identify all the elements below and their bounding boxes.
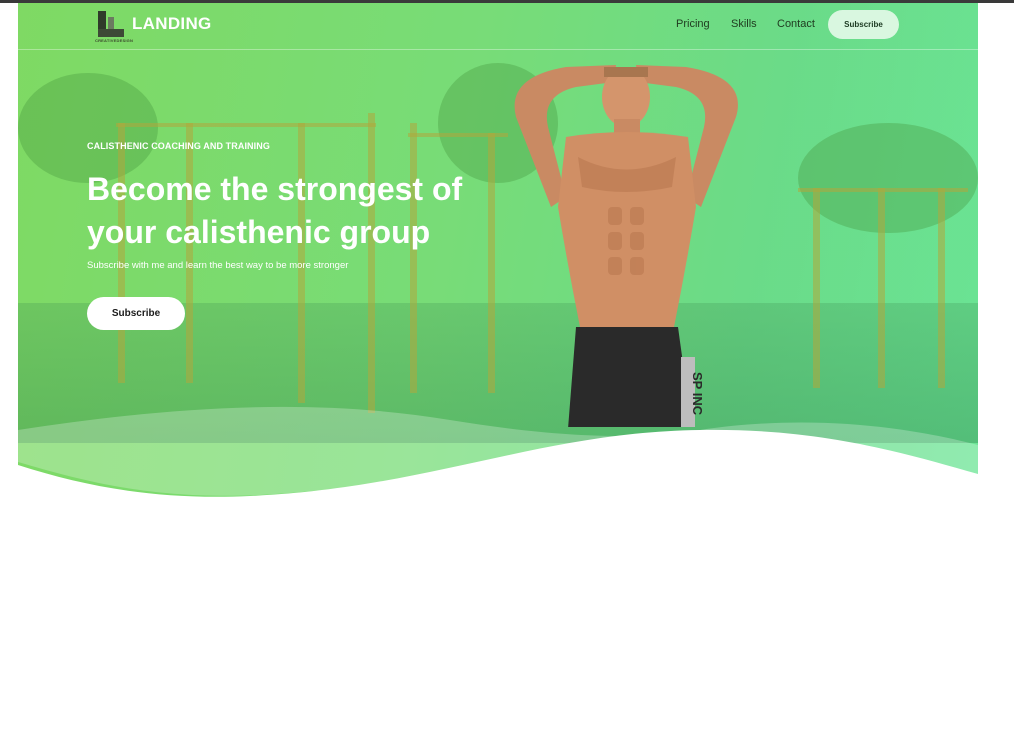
nav-link-contact[interactable]: Contact (777, 18, 815, 30)
hero-section: CREATIVEDESIGN LANDING Pricing Skills Co… (18, 3, 978, 503)
top-nav: CREATIVEDESIGN LANDING Pricing Skills Co… (18, 3, 978, 50)
nav-link-pricing[interactable]: Pricing (676, 18, 710, 30)
hero-headline: Become the strongest of your calisthenic… (87, 171, 463, 250)
hero-subscribe-button[interactable]: Subscribe (87, 297, 185, 330)
nav-link-skills[interactable]: Skills (731, 18, 757, 30)
logo-subtitle: CREATIVEDESIGN (95, 38, 134, 43)
svg-text:SP INC: SP INC (690, 372, 705, 416)
hero-tagline: CALISTHENIC COACHING AND TRAINING (87, 141, 270, 151)
logo-mark-icon[interactable] (96, 7, 130, 41)
athlete-photo: SP INC (514, 65, 738, 427)
nav-subscribe-button[interactable]: Subscribe (828, 10, 899, 39)
hero-subtext: Subscribe with me and learn the best way… (87, 260, 349, 271)
brand-name[interactable]: LANDING (132, 14, 212, 34)
